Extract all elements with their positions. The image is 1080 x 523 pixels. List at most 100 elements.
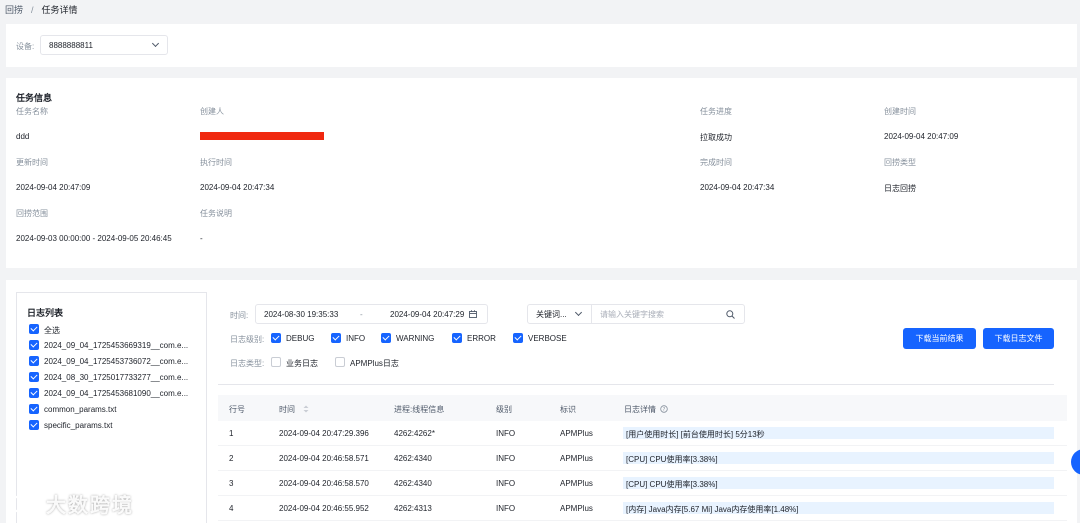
cell-process-thread: 4262:4262*: [394, 429, 435, 438]
keyword-search-input[interactable]: 请输入关键字搜索: [591, 304, 745, 324]
type-filter-label: 日志类型:: [230, 359, 265, 368]
device-select[interactable]: 8888888811: [40, 35, 168, 55]
breadcrumb-parent-link[interactable]: 回捞: [5, 5, 23, 15]
cell-row-no: 1: [229, 429, 234, 438]
cell-detail: [内存] Java内存[5.67 Mi] Java内存使用率[1.48%]: [623, 502, 1054, 514]
cell-process-thread: 4262:4340: [394, 479, 432, 488]
table-row[interactable]: 1 2024-09-04 20:47:29.396 4262:4262* INF…: [218, 421, 1067, 446]
header-tag: 标识: [560, 405, 576, 414]
header-time-label: 时间: [279, 405, 295, 414]
fetch-type-label: 回捞类型: [884, 158, 916, 167]
level-debug-checkbox[interactable]: [271, 333, 281, 343]
cell-level: INFO: [496, 504, 516, 513]
type-apmplus-label: APMPlus日志: [350, 359, 399, 368]
level-error-label: ERROR: [467, 334, 496, 343]
level-info-checkbox[interactable]: [331, 333, 341, 343]
cell-row-no: 2: [229, 454, 234, 463]
table-row[interactable]: 2 2024-09-04 20:46:58.571 4262:4340 INFO…: [218, 446, 1067, 471]
level-warning-label: WARNING: [396, 334, 435, 343]
task-name-label: 任务名称: [16, 107, 48, 116]
table-row[interactable]: 4 2024-09-04 20:46:55.952 4262:4313 INFO…: [218, 496, 1067, 521]
create-time-label: 创建时间: [884, 107, 916, 116]
finish-time-label: 完成时间: [700, 158, 732, 167]
download-file-button[interactable]: 下载日志文件: [983, 328, 1054, 349]
cell-detail: [CPU] CPU使用率[3.38%]: [623, 452, 1054, 464]
cell-level: INFO: [496, 429, 516, 438]
level-info-label: INFO: [346, 334, 366, 343]
cell-detail: [用户使用时长] [前台使用时长] 5分13秒: [623, 427, 1054, 439]
watermark: 大数跨境: [8, 489, 134, 518]
select-all-checkbox[interactable]: [29, 324, 39, 334]
level-verbose-label: VERBOSE: [528, 334, 567, 343]
log-list-title: 日志列表: [27, 308, 64, 318]
log-item-label: specific_params.txt: [44, 421, 113, 430]
finish-time-value: 2024-09-04 20:47:34: [700, 183, 775, 192]
cell-tag: APMPlus: [560, 504, 593, 513]
header-detail-label: 日志详情: [624, 405, 656, 414]
fetch-range-label: 回捞范围: [16, 209, 48, 218]
device-select-value: 8888888811: [49, 40, 93, 50]
header-row-no: 行号: [229, 405, 245, 414]
keyword-type-value: 关键词...: [536, 309, 567, 319]
log-item-label: 2024_08_30_1725017733277__com.e...: [44, 373, 189, 382]
progress-value: 拉取成功: [700, 133, 732, 142]
download-current-button[interactable]: 下载当前结果: [903, 328, 976, 349]
sort-icon[interactable]: [303, 405, 309, 413]
breadcrumb-separator: /: [31, 5, 34, 15]
level-warning-checkbox[interactable]: [381, 333, 391, 343]
type-business-label: 业务日志: [286, 359, 318, 368]
search-icon[interactable]: [726, 310, 735, 319]
log-item-label: 全选: [44, 326, 60, 335]
update-time-value: 2024-09-04 20:47:09: [16, 183, 91, 192]
cell-time: 2024-09-04 20:46:58.571: [279, 454, 369, 463]
search-placeholder: 请输入关键字搜索: [600, 309, 664, 319]
type-business-checkbox[interactable]: [271, 357, 281, 367]
table-row[interactable]: 3 2024-09-04 20:46:58.570 4262:4340 INFO…: [218, 471, 1067, 496]
breadcrumb: 回捞 / 任务详情: [5, 3, 78, 16]
cell-row-no: 3: [229, 479, 234, 488]
log-item-checkbox[interactable]: [29, 356, 39, 366]
log-item-checkbox[interactable]: [29, 388, 39, 398]
cell-tag: APMPlus: [560, 454, 593, 463]
device-card: 设备: 8888888811: [6, 24, 1077, 67]
end-time-input[interactable]: 2024-09-04 20:47:29: [390, 310, 464, 319]
cell-process-thread: 4262:4340: [394, 454, 432, 463]
keyword-type-select[interactable]: 关键词...: [527, 304, 592, 324]
description-label: 任务说明: [200, 209, 232, 218]
header-process-thread: 进程:线程信息: [394, 405, 445, 414]
exec-time-value: 2024-09-04 20:47:34: [200, 183, 275, 192]
header-time[interactable]: 时间: [279, 404, 309, 415]
svg-text:?: ?: [663, 407, 666, 413]
exec-time-label: 执行时间: [200, 158, 232, 167]
task-name-value: ddd: [16, 132, 30, 141]
date-range-picker[interactable]: 2024-08-30 19:35:33 - 2024-09-04 20:47:2…: [255, 304, 488, 324]
chevron-down-icon: [574, 308, 583, 317]
cell-time: 2024-09-04 20:46:58.570: [279, 479, 369, 488]
level-error-checkbox[interactable]: [452, 333, 462, 343]
cell-time: 2024-09-04 20:46:55.952: [279, 504, 369, 513]
filter-divider: [218, 384, 1054, 385]
level-verbose-checkbox[interactable]: [513, 333, 523, 343]
log-item-checkbox[interactable]: [29, 404, 39, 414]
cell-time: 2024-09-04 20:47:29.396: [279, 429, 369, 438]
help-circle-icon[interactable]: ?: [660, 405, 668, 413]
level-debug-label: DEBUG: [286, 334, 315, 343]
start-time-input[interactable]: 2024-08-30 19:35:33: [264, 310, 338, 319]
calendar-icon: [469, 310, 477, 318]
cell-level: INFO: [496, 454, 516, 463]
cell-level: INFO: [496, 479, 516, 488]
range-separator: -: [360, 310, 363, 319]
task-info-card: 任务信息 任务名称 ddd 创建人 任务进度 拉取成功 创建时间 2024-09…: [6, 78, 1077, 268]
cell-process-thread: 4262:4313: [394, 504, 432, 513]
log-item-label: 2024_09_04_1725453681090__com.e...: [44, 389, 189, 398]
log-item-checkbox[interactable]: [29, 340, 39, 350]
update-time-label: 更新时间: [16, 158, 48, 167]
log-item-label: common_params.txt: [44, 405, 117, 414]
log-item-checkbox[interactable]: [29, 420, 39, 430]
create-time-value: 2024-09-04 20:47:09: [884, 132, 959, 141]
cell-tag: APMPlus: [560, 479, 593, 488]
log-card: 日志列表 全选 2024_09_04_1725453669319__com.e.…: [6, 280, 1077, 523]
type-apmplus-checkbox[interactable]: [335, 357, 345, 367]
cell-tag: APMPlus: [560, 429, 593, 438]
log-item-checkbox[interactable]: [29, 372, 39, 382]
